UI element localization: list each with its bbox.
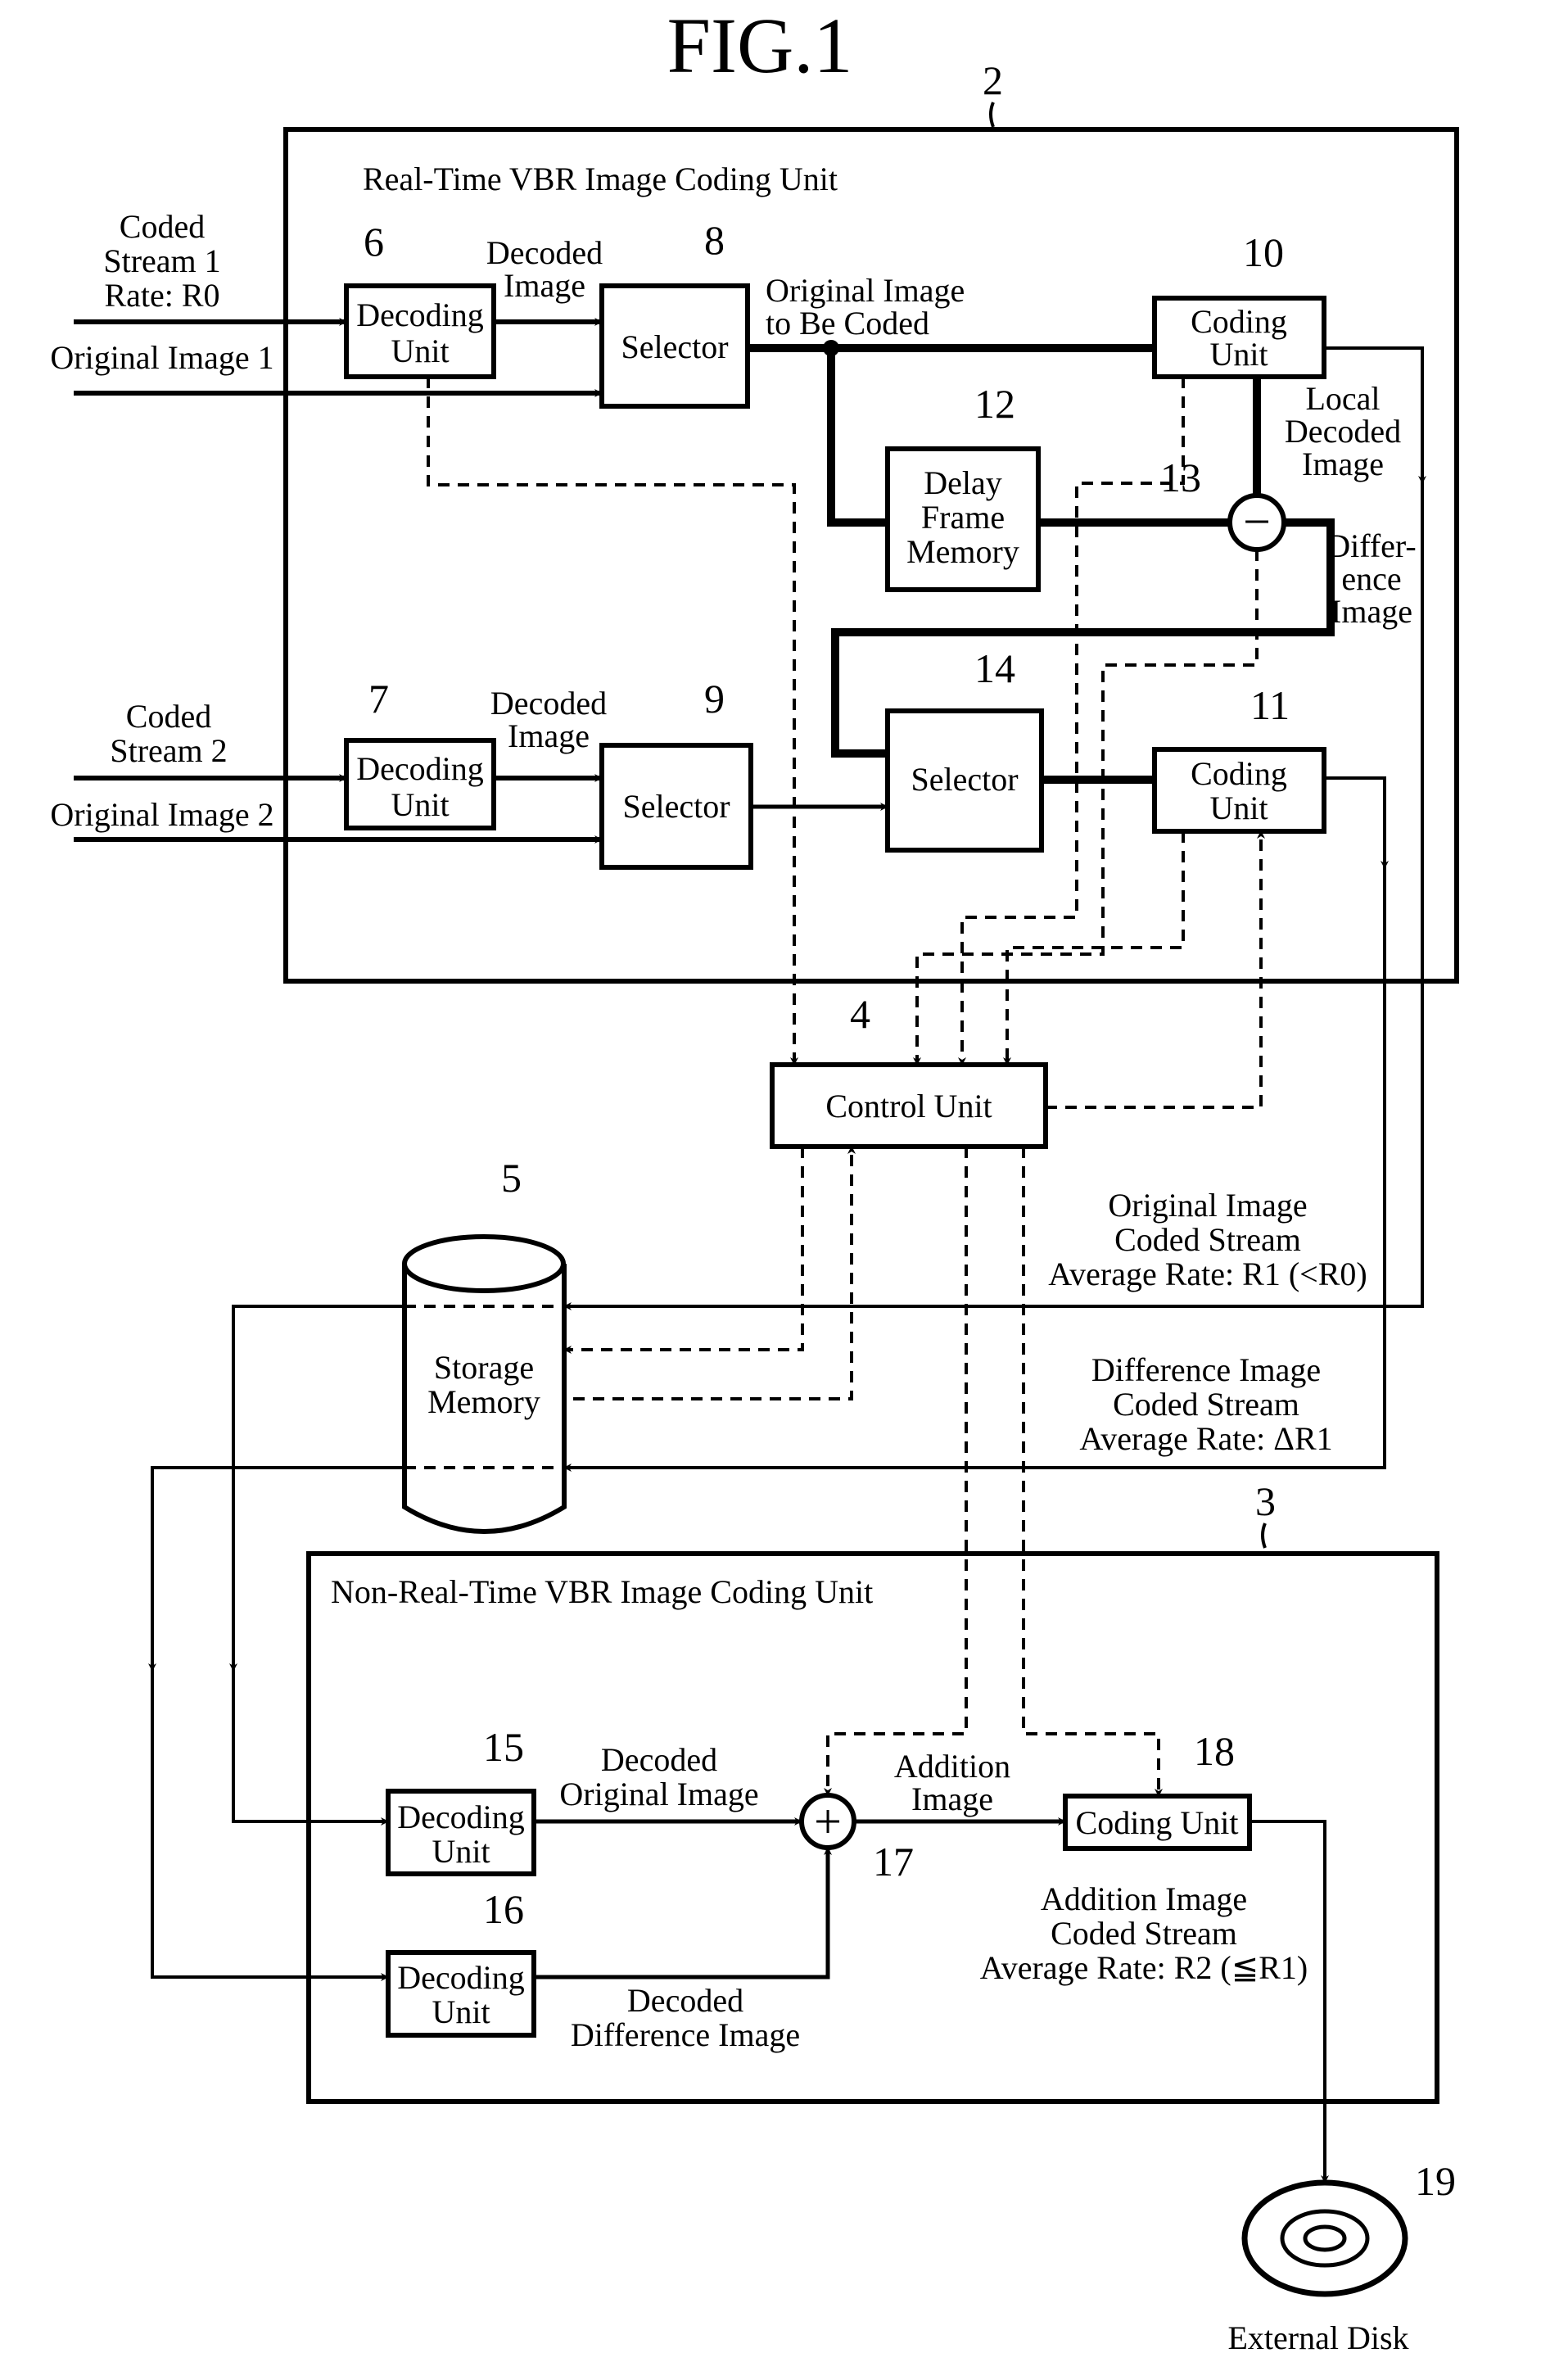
- difference-label-2: ence: [1341, 560, 1401, 597]
- control-to-adder: [824, 1147, 968, 1796]
- coding-unit-10-text-2: Unit: [1209, 336, 1268, 373]
- coding-unit-10-text-1: Coding: [1191, 303, 1287, 340]
- addition-image-label-2: Image: [911, 1780, 993, 1817]
- nonrealtime-unit-label: Non-Real-Time VBR Image Coding Unit: [331, 1573, 873, 1610]
- figure-title: FIG.1: [667, 2, 853, 89]
- original-to-code-label: Original Image: [766, 272, 965, 309]
- delay-12-text-2: Frame: [921, 499, 1005, 536]
- decoded-image-1-label-2: Image: [504, 267, 585, 304]
- selector-9-ref: 9: [704, 676, 725, 722]
- decoded-difference-label-2: Difference Image: [571, 2016, 800, 2053]
- subtractor-symbol: −: [1243, 495, 1271, 549]
- adder-symbol: +: [814, 1794, 842, 1848]
- coding-unit-10-ref: 10: [1243, 229, 1284, 275]
- selector-14-ref: 14: [974, 645, 1015, 691]
- decoded-image-1-label: Decoded: [486, 234, 603, 271]
- decoding-unit-6-ref: 6: [364, 219, 384, 265]
- decoding-unit-15-text-1: Decoding: [397, 1799, 525, 1835]
- difference-label-1: Differ-: [1326, 527, 1417, 564]
- coding-unit-18-ref: 18: [1194, 1728, 1235, 1774]
- block-diagram: .arr { marker-end:url(#ah); } FIG.1 2 Re…: [50, 2, 1459, 2356]
- local-decoded-label-2: Decoded: [1285, 413, 1401, 450]
- coding-unit-11-text-2: Unit: [1209, 790, 1268, 826]
- decoding-unit-16-ref: 16: [483, 1886, 524, 1932]
- storage-ref: 5: [501, 1155, 522, 1201]
- local-decoded-label: Local: [1305, 380, 1380, 417]
- original-image-1-label: Original Image 1: [50, 339, 273, 376]
- to-delay-arrow: [827, 348, 888, 527]
- decoded-difference-label-1: Decoded: [627, 1982, 743, 2019]
- control-to-storage: [563, 1147, 804, 1354]
- selector-9-text: Selector: [622, 788, 730, 825]
- storage-to-decoding-16: [151, 1466, 404, 1981]
- decoding-unit-15-ref: 15: [483, 1724, 524, 1770]
- addition-stream-label-3: Average Rate: R2 (≦R1): [980, 1949, 1308, 1986]
- decoding-unit-6-text-2: Unit: [391, 333, 449, 369]
- ref-leader: [989, 102, 995, 128]
- ref-leader-3: [1261, 1523, 1267, 1549]
- delay-12-ref: 12: [974, 381, 1015, 427]
- delay-12-text-1: Delay: [924, 464, 1002, 501]
- storage-text-1: Storage: [434, 1349, 534, 1386]
- storage-text-2: Memory: [427, 1383, 540, 1420]
- coding-unit-11-ref: 11: [1250, 682, 1290, 728]
- decoding-unit-6-text-1: Decoding: [356, 296, 484, 333]
- coded-stream-2-label: Coded: [126, 698, 211, 735]
- decoded-difference-arrow: [534, 1847, 832, 1980]
- external-disk-icon: [1241, 2179, 1408, 2297]
- storage-to-decoding-15: [232, 1305, 404, 1826]
- disk-label: External Disk: [1227, 2319, 1408, 2356]
- disk-ref: 19: [1415, 2158, 1456, 2204]
- subtractor-13-ref: 13: [1160, 455, 1201, 500]
- addition-stream-label-2: Coded Stream: [1051, 1915, 1237, 1952]
- selector-14-text: Selector: [911, 761, 1018, 798]
- decoding-unit-16-text-1: Decoding: [397, 1959, 525, 1996]
- original-image-2-label: Original Image 2: [50, 796, 273, 833]
- addition-image-label-1: Addition: [894, 1748, 1010, 1785]
- orig-stream-label-3: Average Rate: R1 (<R0): [1048, 1256, 1367, 1292]
- nonrealtime-unit-ref: 3: [1255, 1478, 1276, 1524]
- adder-17-ref: 17: [873, 1839, 914, 1885]
- decoding-unit-7-text-2: Unit: [391, 786, 449, 823]
- coded-stream-2-label-2: Stream 2: [110, 732, 227, 769]
- storage-to-control: [573, 1146, 856, 1400]
- decoded-image-2-label: Decoded: [490, 685, 607, 722]
- decoded-image-2-label-2: Image: [508, 717, 590, 754]
- diff-stream-label-3: Average Rate: ΔR1: [1079, 1420, 1332, 1457]
- control-unit-ref: 4: [850, 991, 870, 1037]
- decoded-original-label-2: Original Image: [559, 1776, 758, 1812]
- decoding-unit-16-text-2: Unit: [432, 1993, 490, 2030]
- diff-stream-label-2: Coded Stream: [1113, 1386, 1299, 1423]
- selector-8-ref: 8: [704, 217, 725, 263]
- control-line-decoding-6: [427, 377, 798, 1066]
- orig-stream-label-1: Original Image: [1108, 1187, 1307, 1224]
- realtime-unit-ref: 2: [983, 57, 1003, 103]
- coding-unit-18-text: Coding Unit: [1076, 1804, 1239, 1841]
- control-line-coding-11: [1003, 831, 1185, 1066]
- original-to-code-label-2: to Be Coded: [766, 305, 929, 342]
- realtime-unit-label: Real-Time VBR Image Coding Unit: [363, 161, 838, 197]
- control-to-coding-11: [1046, 830, 1265, 1109]
- coding-unit-11-text-1: Coding: [1191, 755, 1287, 792]
- coded-stream-1-rate: Rate: R0: [104, 277, 219, 314]
- decoding-unit-15-text-2: Unit: [432, 1833, 490, 1870]
- delay-12-text-3: Memory: [906, 533, 1019, 570]
- decoded-original-label-1: Decoded: [601, 1741, 717, 1778]
- control-unit-text: Control Unit: [825, 1088, 992, 1124]
- difference-label-3: Image: [1331, 593, 1412, 630]
- decoding-unit-7-ref: 7: [368, 676, 389, 722]
- selector-8-text: Selector: [621, 328, 728, 365]
- decoding-unit-7-text-1: Decoding: [356, 750, 484, 787]
- coding-18-to-disk: [1250, 1820, 1329, 2183]
- coded-stream-1-label: Coded: [120, 208, 205, 245]
- addition-stream-label-1: Addition Image: [1041, 1880, 1247, 1917]
- coded-stream-1-label-2: Stream 1: [103, 242, 220, 279]
- local-decoded-label-3: Image: [1302, 446, 1384, 482]
- orig-stream-label-2: Coded Stream: [1114, 1221, 1301, 1258]
- diff-stream-label-1: Difference Image: [1091, 1351, 1321, 1388]
